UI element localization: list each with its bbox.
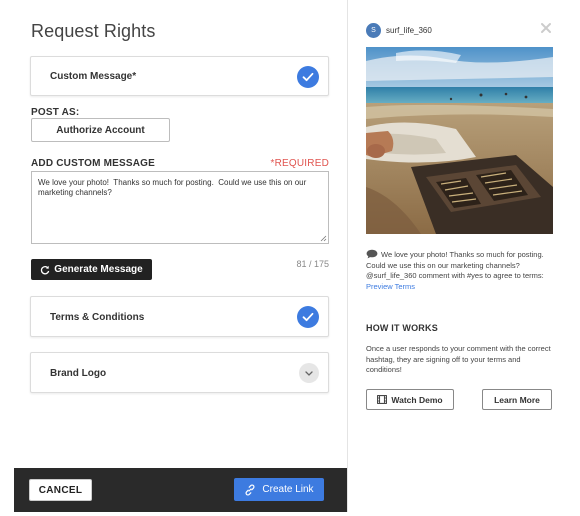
checkmark-icon: [297, 306, 319, 328]
authorize-account-button[interactable]: Authorize Account: [31, 118, 170, 142]
custom-message-textarea[interactable]: We love your photo! Thanks so much for p…: [31, 171, 329, 244]
chevron-down-icon[interactable]: [299, 363, 319, 383]
checkmark-icon: [297, 66, 319, 88]
watch-demo-button[interactable]: Watch Demo: [366, 389, 454, 410]
preview-panel: S surf_life_360 We love your photo! Than…: [347, 0, 566, 512]
avatar: S: [366, 23, 381, 38]
modal-footer: CANCEL Create Link: [14, 468, 347, 512]
custom-message-card[interactable]: Custom Message*: [30, 56, 329, 96]
link-icon: [245, 484, 255, 495]
required-label: *REQUIRED: [270, 158, 329, 169]
custom-message-card-label: Custom Message*: [50, 71, 137, 82]
film-icon: [377, 395, 388, 404]
terms-conditions-card[interactable]: Terms & Conditions: [30, 296, 329, 337]
character-counter: 81 / 175: [296, 259, 329, 269]
caption-text: We love your photo! Thanks so much for p…: [366, 250, 544, 280]
learn-more-button[interactable]: Learn More: [482, 389, 552, 410]
cancel-button[interactable]: CANCEL: [29, 479, 92, 501]
post-caption: We love your photo! Thanks so much for p…: [366, 249, 554, 292]
generate-message-button[interactable]: Generate Message: [31, 259, 152, 280]
refresh-icon: [41, 265, 50, 274]
resize-grip-icon[interactable]: [319, 234, 327, 242]
generate-message-label: Generate Message: [54, 264, 143, 275]
create-link-label: Create Link: [262, 484, 314, 495]
post-author: S surf_life_360: [366, 23, 432, 38]
how-it-works-text: Once a user responds to your comment wit…: [366, 344, 551, 374]
request-form-panel: Request Rights Custom Message* POST AS: …: [14, 0, 347, 512]
watch-demo-label: Watch Demo: [391, 394, 443, 405]
username: surf_life_360: [386, 26, 432, 35]
terms-conditions-card-label: Terms & Conditions: [50, 312, 145, 323]
close-icon[interactable]: [539, 21, 553, 35]
beach-backgammon-photo: [366, 47, 553, 234]
brand-logo-card[interactable]: Brand Logo: [30, 352, 329, 393]
request-rights-modal: Request Rights Custom Message* POST AS: …: [14, 0, 566, 512]
preview-terms-link[interactable]: Preview Terms: [366, 282, 415, 291]
create-link-button[interactable]: Create Link: [234, 478, 324, 501]
how-it-works-title: HOW IT WORKS: [366, 323, 438, 333]
add-custom-message-label: ADD CUSTOM MESSAGE: [31, 158, 155, 169]
post-as-label: POST AS:: [31, 107, 80, 118]
comment-bubble-icon: [366, 249, 378, 259]
brand-logo-card-label: Brand Logo: [50, 368, 107, 379]
page-title: Request Rights: [31, 21, 156, 41]
